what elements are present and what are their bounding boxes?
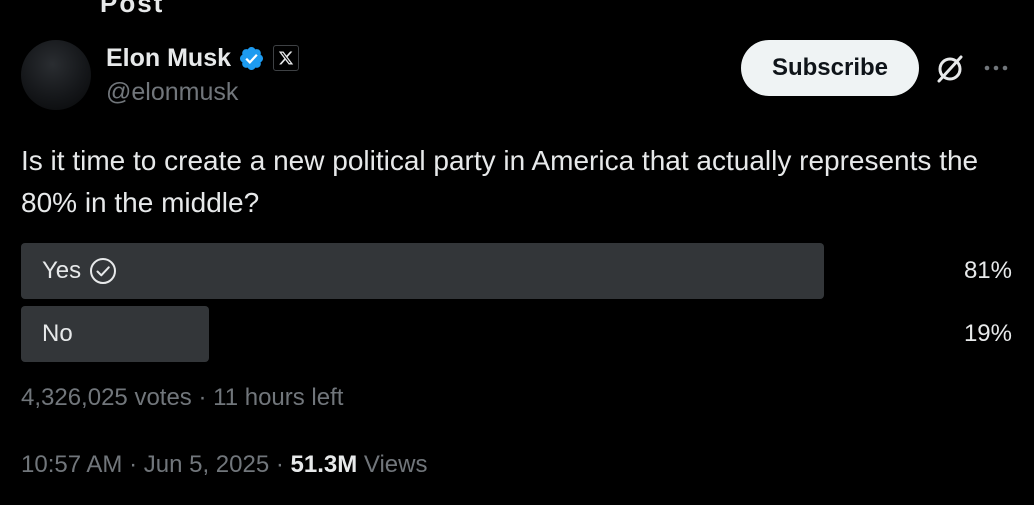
separator: ·: [191, 384, 214, 411]
poll-percent: 81%: [963, 257, 1012, 284]
author-name[interactable]: Elon Musk: [106, 44, 231, 73]
author-name-row: Elon Musk: [106, 42, 300, 74]
tweet-text: Is it time to create a new political par…: [21, 145, 979, 218]
author-handle[interactable]: @elonmusk: [106, 78, 238, 107]
poll-bar-yes: [21, 243, 824, 299]
more-dots-icon[interactable]: [982, 58, 1010, 78]
separator: ·: [269, 451, 291, 478]
check-circle-icon: [90, 258, 117, 284]
subscribe-button[interactable]: Subscribe: [741, 40, 919, 96]
poll-percent: 19%: [963, 320, 1012, 347]
views-count: 51.3M: [290, 451, 358, 478]
timestamp-row: 10:57 AM · Jun 5, 2025 · 51.3M Views: [21, 451, 427, 479]
views-label: Views: [363, 451, 428, 478]
post-date[interactable]: Jun 5, 2025: [144, 451, 269, 478]
avatar[interactable]: [21, 40, 91, 110]
page-title-cut: Post: [100, 0, 165, 18]
poll-time-left: 11 hours left: [213, 384, 344, 411]
poll-option-no[interactable]: No 19%: [21, 306, 1012, 362]
poll-option-label: Yes: [42, 257, 82, 284]
separator: ·: [122, 451, 144, 478]
poll-option-label: No: [42, 320, 73, 347]
post-time[interactable]: 10:57 AM: [21, 451, 122, 478]
poll-option-yes[interactable]: Yes 81%: [21, 243, 1012, 299]
verified-badge-icon: [239, 46, 264, 70]
poll-votes: 4,326,025 votes: [21, 384, 192, 411]
x-logo-icon[interactable]: [273, 45, 300, 71]
poll-meta: 4,326,025 votes · 11 hours left: [21, 384, 343, 412]
grok-icon[interactable]: [934, 53, 966, 85]
